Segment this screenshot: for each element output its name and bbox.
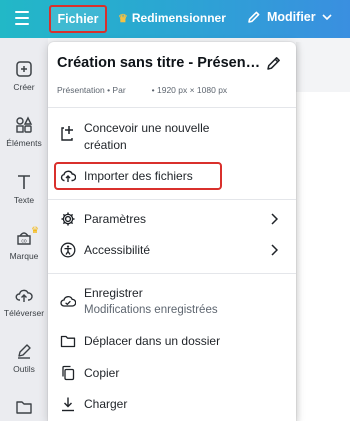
chevron-down-icon bbox=[322, 14, 332, 21]
chevron-right-icon bbox=[271, 244, 278, 256]
design-type: Présentation • Par bbox=[57, 85, 126, 95]
menu-item-label-line2: création bbox=[84, 138, 127, 152]
menu-item-label: Accessibilité bbox=[84, 243, 151, 257]
new-design-icon bbox=[60, 124, 76, 141]
rail-label: Éléments bbox=[6, 138, 42, 148]
pencil-icon[interactable] bbox=[266, 55, 282, 71]
upload-cloud-icon bbox=[15, 289, 33, 302]
text-icon bbox=[18, 175, 30, 189]
rail-item-folder[interactable] bbox=[0, 398, 48, 416]
menu-item-import-files[interactable]: Importer des fichiers bbox=[48, 166, 296, 186]
file-dropdown-menu: Création sans titre - Présen… Présentati… bbox=[48, 42, 296, 421]
shapes-icon bbox=[16, 116, 33, 133]
rail-item-create[interactable]: Créer bbox=[0, 60, 48, 92]
hamburger-icon[interactable] bbox=[15, 11, 29, 25]
rail-label: Téléverser bbox=[3, 308, 45, 318]
folder-icon bbox=[60, 333, 76, 349]
rail-item-upload[interactable]: Téléverser bbox=[0, 286, 48, 318]
divider bbox=[48, 199, 296, 200]
rail-item-elements[interactable]: Éléments bbox=[0, 116, 48, 148]
menu-item-new-design[interactable]: Concevoir une nouvelle création bbox=[48, 118, 296, 154]
cloud-check-icon bbox=[60, 293, 76, 309]
edit-mode-label: Modifier bbox=[267, 10, 316, 24]
folder-icon bbox=[16, 401, 32, 414]
rail-label: Texte bbox=[13, 195, 35, 205]
design-title[interactable]: Création sans titre - Présen… bbox=[57, 55, 260, 71]
divider bbox=[48, 273, 296, 274]
edit-mode-button[interactable]: Modifier bbox=[247, 10, 332, 24]
cloud-upload-icon bbox=[60, 168, 76, 184]
svg-text:co: co bbox=[21, 239, 27, 245]
crown-icon: ♛ bbox=[118, 12, 128, 25]
menu-item-label: Copier bbox=[84, 366, 120, 380]
menu-item-download[interactable]: Charger bbox=[48, 394, 296, 414]
menu-item-label: Déplacer dans un dossier bbox=[84, 334, 221, 348]
menu-item-label: Paramètres bbox=[84, 212, 147, 226]
menu-shadow bbox=[296, 42, 302, 421]
rail-item-tools[interactable]: Outils bbox=[0, 342, 48, 374]
file-menu-button[interactable]: Fichier bbox=[49, 5, 107, 33]
resize-label: Redimensionner bbox=[131, 11, 226, 25]
pen-icon bbox=[18, 344, 31, 359]
rail-item-brand[interactable]: ♛ co Marque bbox=[0, 225, 48, 261]
left-rail: Créer Éléments Texte ♛ co Marque Téléver… bbox=[0, 38, 48, 421]
menu-item-save[interactable]: Enregistrer Modifications enregistrées bbox=[48, 284, 296, 320]
design-dimensions: • 1920 px × 1080 px bbox=[151, 85, 228, 95]
menu-item-label: Enregistrer bbox=[84, 286, 143, 300]
rail-item-text[interactable]: Texte bbox=[0, 173, 48, 205]
rail-label: Outils bbox=[13, 364, 35, 374]
crown-icon: ♛ bbox=[31, 225, 40, 235]
resize-button[interactable]: ♛ Redimensionner bbox=[118, 11, 226, 25]
menu-item-copy[interactable]: Copier bbox=[48, 363, 296, 383]
divider bbox=[48, 107, 296, 108]
rail-label: Marque bbox=[9, 251, 39, 261]
menu-item-accessibility[interactable]: Accessibilité bbox=[48, 241, 296, 261]
rail-label: Créer bbox=[13, 82, 35, 92]
accessibility-icon bbox=[60, 242, 76, 258]
pencil-icon bbox=[248, 11, 260, 23]
save-status: Modifications enregistrées bbox=[84, 304, 218, 316]
menu-item-label: Concevoir une nouvelle bbox=[84, 121, 210, 135]
design-meta: Présentation • Par • 1920 px × 1080 px bbox=[57, 85, 227, 95]
settings-icon bbox=[60, 211, 76, 227]
menu-item-label: Importer des fichiers bbox=[84, 169, 193, 183]
chevron-right-icon bbox=[271, 213, 278, 225]
top-bar: Fichier ♛ Redimensionner Modifier bbox=[0, 0, 350, 38]
menu-item-settings[interactable]: Paramètres bbox=[48, 210, 296, 230]
menu-item-label: Charger bbox=[84, 397, 128, 411]
plus-square-icon bbox=[16, 61, 32, 77]
copy-icon bbox=[60, 365, 76, 381]
menu-item-move-to-folder[interactable]: Déplacer dans un dossier bbox=[48, 331, 296, 351]
download-icon bbox=[60, 396, 76, 412]
